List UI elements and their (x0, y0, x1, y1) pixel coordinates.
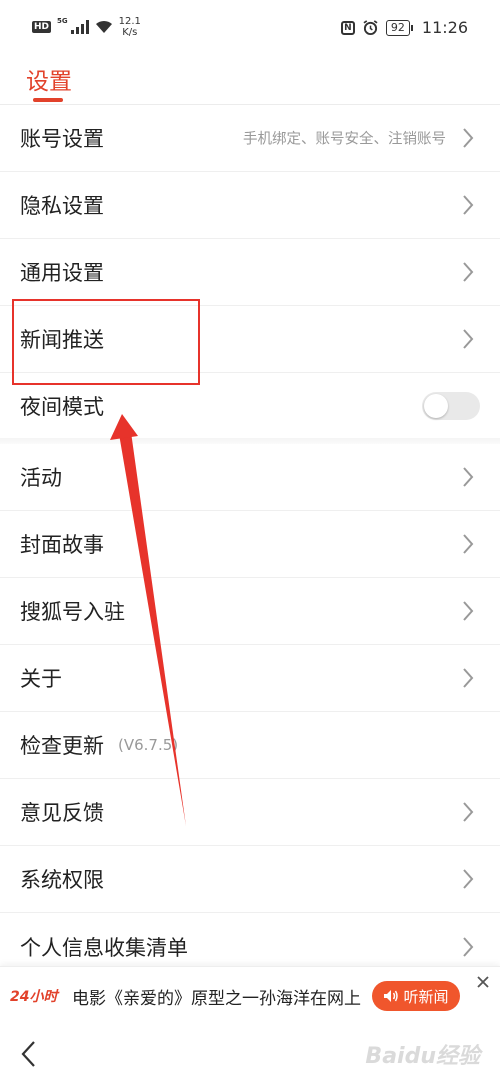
news-badge: 24小时 (10, 989, 58, 1005)
settings-item-label: 账号设置 (20, 127, 104, 151)
close-icon[interactable] (476, 975, 490, 989)
settings-item-label: 个人信息收集清单 (20, 935, 188, 960)
settings-item-system-permissions[interactable]: 系统权限 (0, 846, 500, 913)
listen-news-label: 听新闻 (403, 987, 449, 1006)
night-mode-toggle[interactable] (422, 391, 480, 420)
toggle-knob (424, 393, 448, 418)
chevron-right-icon (463, 869, 474, 889)
title-underline (33, 98, 63, 102)
signal-icon (70, 20, 89, 34)
settings-item-label: 夜间模式 (20, 394, 104, 419)
chevron-right-icon (463, 936, 474, 957)
battery-indicator: 92 (385, 19, 413, 36)
chevron-right-icon (463, 601, 474, 621)
settings-item-account[interactable]: 账号设置 手机绑定、账号安全、注销账号 (0, 105, 500, 172)
settings-item-check-update[interactable]: 检查更新 (V6.7.5) (0, 712, 500, 779)
wifi-icon (95, 20, 112, 33)
settings-item-label: 隐私设置 (20, 194, 104, 218)
settings-item-feedback[interactable]: 意见反馈 (0, 779, 500, 846)
chevron-right-icon (463, 534, 474, 554)
chevron-right-icon (463, 262, 474, 282)
settings-item-activity[interactable]: 活动 (0, 444, 500, 511)
watermark: Baidu经验 (365, 1044, 480, 1069)
chevron-right-icon (463, 668, 474, 688)
chevron-right-icon (463, 195, 474, 215)
settings-item-cover-story[interactable]: 封面故事 (0, 511, 500, 578)
settings-item-general[interactable]: 通用设置 (0, 239, 500, 306)
settings-item-label: 意见反馈 (20, 801, 104, 825)
news-headline[interactable]: 电影《亲爱的》原型之一孙海洋在网上 (72, 984, 362, 1009)
network-speed: 12.1 K/s (118, 16, 141, 38)
settings-item-label: 活动 (20, 466, 62, 490)
settings-item-label: 检查更新 (20, 734, 104, 758)
settings-item-label: 系统权限 (20, 868, 104, 892)
back-icon[interactable] (20, 1040, 36, 1068)
settings-item-label: 搜狐号入驻 (20, 600, 125, 624)
chevron-right-icon (463, 329, 474, 349)
settings-item-label: 关于 (20, 667, 62, 691)
nfc-icon: N (340, 20, 355, 35)
network-type: 5G (57, 17, 68, 25)
alarm-icon (363, 20, 378, 35)
chevron-right-icon (463, 802, 474, 822)
settings-item-label: 通用设置 (20, 261, 104, 285)
chevron-right-icon (463, 467, 474, 487)
speaker-icon (384, 990, 399, 1002)
settings-item-subtitle: 手机绑定、账号安全、注销账号 (243, 131, 446, 148)
hd-badge: HD (32, 21, 52, 33)
settings-item-label: 封面故事 (20, 533, 104, 557)
listen-news-button[interactable]: 听新闻 (372, 981, 460, 1011)
settings-item-sohu-account[interactable]: 搜狐号入驻 (0, 578, 500, 645)
settings-item-privacy[interactable]: 隐私设置 (0, 172, 500, 239)
highlight-box (12, 299, 200, 385)
news-ticker[interactable]: 24小时 电影《亲爱的》原型之一孙海洋在网上 听新闻 (0, 966, 500, 1024)
page-title: 设置 (26, 69, 72, 95)
chevron-right-icon (463, 128, 474, 148)
bottom-bar: Baidu经验 (0, 1024, 500, 1084)
clock: 11:26 (421, 18, 468, 37)
settings-item-about[interactable]: 关于 (0, 645, 500, 712)
status-bar: HD 5G 12.1 K/s N 92 11:26 (0, 0, 500, 58)
version-label: (V6.7.5) (118, 736, 179, 754)
